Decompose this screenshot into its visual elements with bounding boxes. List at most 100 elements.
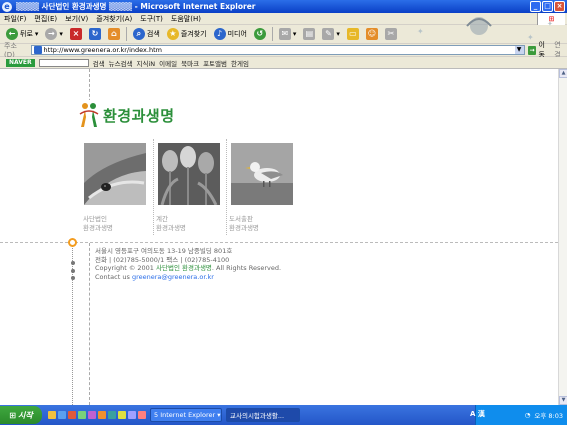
naver-news-button[interactable]: 뉴스검색 [109, 58, 133, 68]
chevron-down-icon[interactable]: ▼ [514, 46, 524, 54]
bullet-dot-icon [71, 276, 75, 280]
site-logo-text: 환경과생명 [103, 106, 175, 125]
naver-toolbar: NAVER 검색 뉴스검색 지식iN 이메일 북마크 포토앨범 한게임 [0, 57, 567, 69]
address-input[interactable]: http://www.greenera.or.kr/index.htm ▼ [30, 45, 525, 55]
edit-button[interactable]: ✎ ▾ [320, 26, 342, 42]
toolbar-divider [271, 27, 273, 41]
naver-kin-button[interactable]: 지식iN [137, 58, 156, 68]
toolbar-divider [125, 27, 127, 41]
quick-launch [48, 411, 146, 419]
printer-icon: ▤ [303, 28, 316, 40]
vertical-scrollbar[interactable]: ▲ ▼ [558, 69, 567, 405]
maximize-button[interactable]: □ [542, 1, 553, 12]
home-button[interactable]: ⌂ [106, 26, 122, 42]
start-button[interactable]: ⊞ 시작 [0, 406, 42, 424]
quick-launch-icon[interactable] [48, 411, 56, 419]
chevron-down-icon: ▾ [34, 30, 39, 38]
ime-indicator[interactable]: A 漢 [470, 406, 485, 422]
naver-search-button[interactable]: 검색 [93, 58, 105, 68]
quick-launch-icon[interactable] [128, 411, 136, 419]
discuss-button[interactable]: ▭ [345, 26, 361, 42]
footer-address: 서울시 영등포구 여의도동 13-19 남중빌딩 801호 [95, 247, 233, 255]
tulips-photo[interactable] [158, 143, 220, 205]
edit-icon: ✎ [322, 28, 335, 40]
menu-tools[interactable]: 도구(T) [140, 14, 163, 24]
caption-publishing[interactable]: 도서출판 환경과생명 [229, 215, 259, 233]
clock: 오후 8:03 [534, 412, 563, 420]
column-divider [226, 139, 227, 235]
site-logo[interactable]: 환경과생명 [78, 102, 175, 128]
naver-mail-button[interactable]: 이메일 [159, 58, 177, 68]
caption-line: 도서출판 [229, 215, 253, 223]
quick-launch-icon[interactable] [138, 411, 146, 419]
scroll-down-button[interactable]: ▼ [559, 396, 567, 405]
tray-icon[interactable]: ◔ [525, 411, 531, 419]
menu-edit[interactable]: 편집(E) [34, 14, 57, 24]
mail-button[interactable]: ✉ ▾ [277, 26, 299, 42]
taskbar-ie-label: 5 Internet Explorer [154, 411, 216, 419]
history-button[interactable]: ↺ [252, 26, 268, 42]
logo-people-icon [79, 103, 99, 127]
star-icon: ★ [166, 28, 179, 40]
scroll-up-button[interactable]: ▲ [559, 69, 567, 78]
chevron-down-icon: ▾ [292, 30, 297, 38]
media-button[interactable]: ♪ 미디어 [212, 26, 249, 42]
contact-prefix: Contact us [95, 272, 132, 281]
start-label: 시작 [17, 410, 33, 420]
site-footer: 서울시 영등포구 여의도동 13-19 남중빌딩 801호 전화 | (02)7… [95, 247, 281, 281]
caption-line: 계간 [156, 215, 168, 223]
caption-association[interactable]: 사단법인 환경과생명 [83, 215, 113, 233]
back-button[interactable]: ← 뒤로 ▾ [4, 26, 40, 42]
naver-bookmark-button[interactable]: 북마크 [181, 58, 199, 68]
caption-line: 환경과생명 [83, 224, 113, 232]
menu-file[interactable]: 파일(F) [4, 14, 26, 24]
naver-photo-button[interactable]: 포토앨범 [203, 58, 227, 68]
horizontal-guide-line [0, 242, 558, 243]
window-controls: _ □ × [530, 1, 565, 12]
naver-search-input[interactable] [38, 58, 89, 67]
home-icon: ⌂ [107, 28, 120, 40]
forward-button[interactable]: → ▾ [43, 26, 65, 42]
window-title: ▒▒▒▒ 사단법인 환경과생명 ▒▒▒▒ - Microsoft Interne… [16, 2, 256, 11]
quick-launch-icon[interactable] [78, 411, 86, 419]
taskbar-doc-label: 교사의시험과생활... [230, 412, 285, 420]
quick-launch-icon[interactable] [58, 411, 66, 419]
refresh-button[interactable]: ↻ [87, 26, 103, 42]
footer-phone: 전화 | (02)785-5000/1 팩스 | (02)785-4100 [95, 255, 230, 264]
messenger-button[interactable]: ☺ [364, 26, 380, 42]
history-icon: ↺ [253, 28, 266, 40]
contact-email-link[interactable]: greenera@greenera.or.kr [132, 273, 214, 281]
taskbar-ie-group[interactable]: 5 Internet Explorer ▾ [150, 408, 222, 422]
menu-view[interactable]: 보기(V) [65, 14, 88, 24]
quick-launch-icon[interactable] [88, 411, 96, 419]
taskbar-document[interactable]: 교사의시험과생활... [226, 408, 300, 422]
caption-line: 사단법인 [83, 215, 107, 223]
quick-launch-icon[interactable] [108, 411, 116, 419]
menu-favorites[interactable]: 즐겨찾기(A) [96, 14, 132, 24]
ladybug-photo[interactable] [84, 143, 146, 205]
search-button[interactable]: ⌕ 검색 [131, 26, 162, 42]
copyright-prefix: Copyright © 2001 [95, 264, 157, 272]
research-button[interactable]: ✂ [383, 26, 399, 42]
search-icon: ⌕ [132, 28, 145, 40]
ime-label: A 漢 [470, 410, 485, 418]
minimize-button[interactable]: _ [530, 1, 541, 12]
forward-arrow-icon: → [45, 28, 58, 40]
vertical-dotted-line [72, 242, 73, 405]
address-bar: 주소(D) http://www.greenera.or.kr/index.ht… [0, 41, 567, 59]
close-button[interactable]: × [554, 1, 565, 12]
toolbar: ← 뒤로 ▾ → ▾ × ↻ ⌂ ⌕ 검색 ★ 즐겨찾기 ♪ 미디어 ↺ ✉ ▾… [0, 25, 567, 44]
favorites-button[interactable]: ★ 즐겨찾기 [165, 26, 209, 42]
seagull-photo[interactable] [231, 143, 293, 205]
naver-hangame-button[interactable]: 한게임 [231, 58, 249, 68]
menu-help[interactable]: 도움말(H) [171, 14, 201, 24]
quick-launch-icon[interactable] [118, 411, 126, 419]
stop-button[interactable]: × [68, 26, 84, 42]
naver-logo[interactable]: NAVER [6, 58, 35, 67]
quick-launch-icon[interactable] [98, 411, 106, 419]
windows-logo: ⊞ [537, 13, 565, 25]
print-button[interactable]: ▤ [301, 26, 317, 42]
caption-quarterly[interactable]: 계간 환경과생명 [156, 215, 186, 233]
quick-launch-icon[interactable] [68, 411, 76, 419]
system-tray: ◔ 오후 8:03 [475, 405, 567, 425]
